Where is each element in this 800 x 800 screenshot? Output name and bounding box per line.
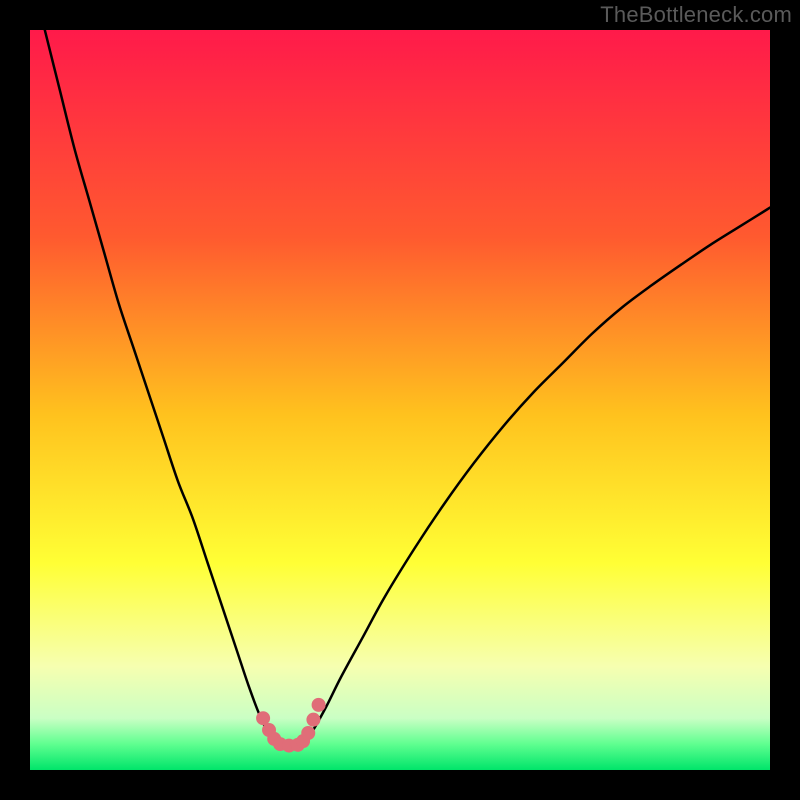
plot-area bbox=[30, 30, 770, 770]
marker-point bbox=[312, 698, 326, 712]
markers-group bbox=[256, 698, 326, 753]
marker-point bbox=[301, 726, 315, 740]
series-group bbox=[45, 30, 770, 746]
chart-frame: TheBottleneck.com bbox=[0, 0, 800, 800]
series-right-branch bbox=[300, 208, 770, 745]
marker-point bbox=[306, 713, 320, 727]
marker-point bbox=[256, 711, 270, 725]
watermark-text: TheBottleneck.com bbox=[600, 2, 792, 28]
series-left-branch bbox=[45, 30, 282, 744]
chart-svg bbox=[30, 30, 770, 770]
